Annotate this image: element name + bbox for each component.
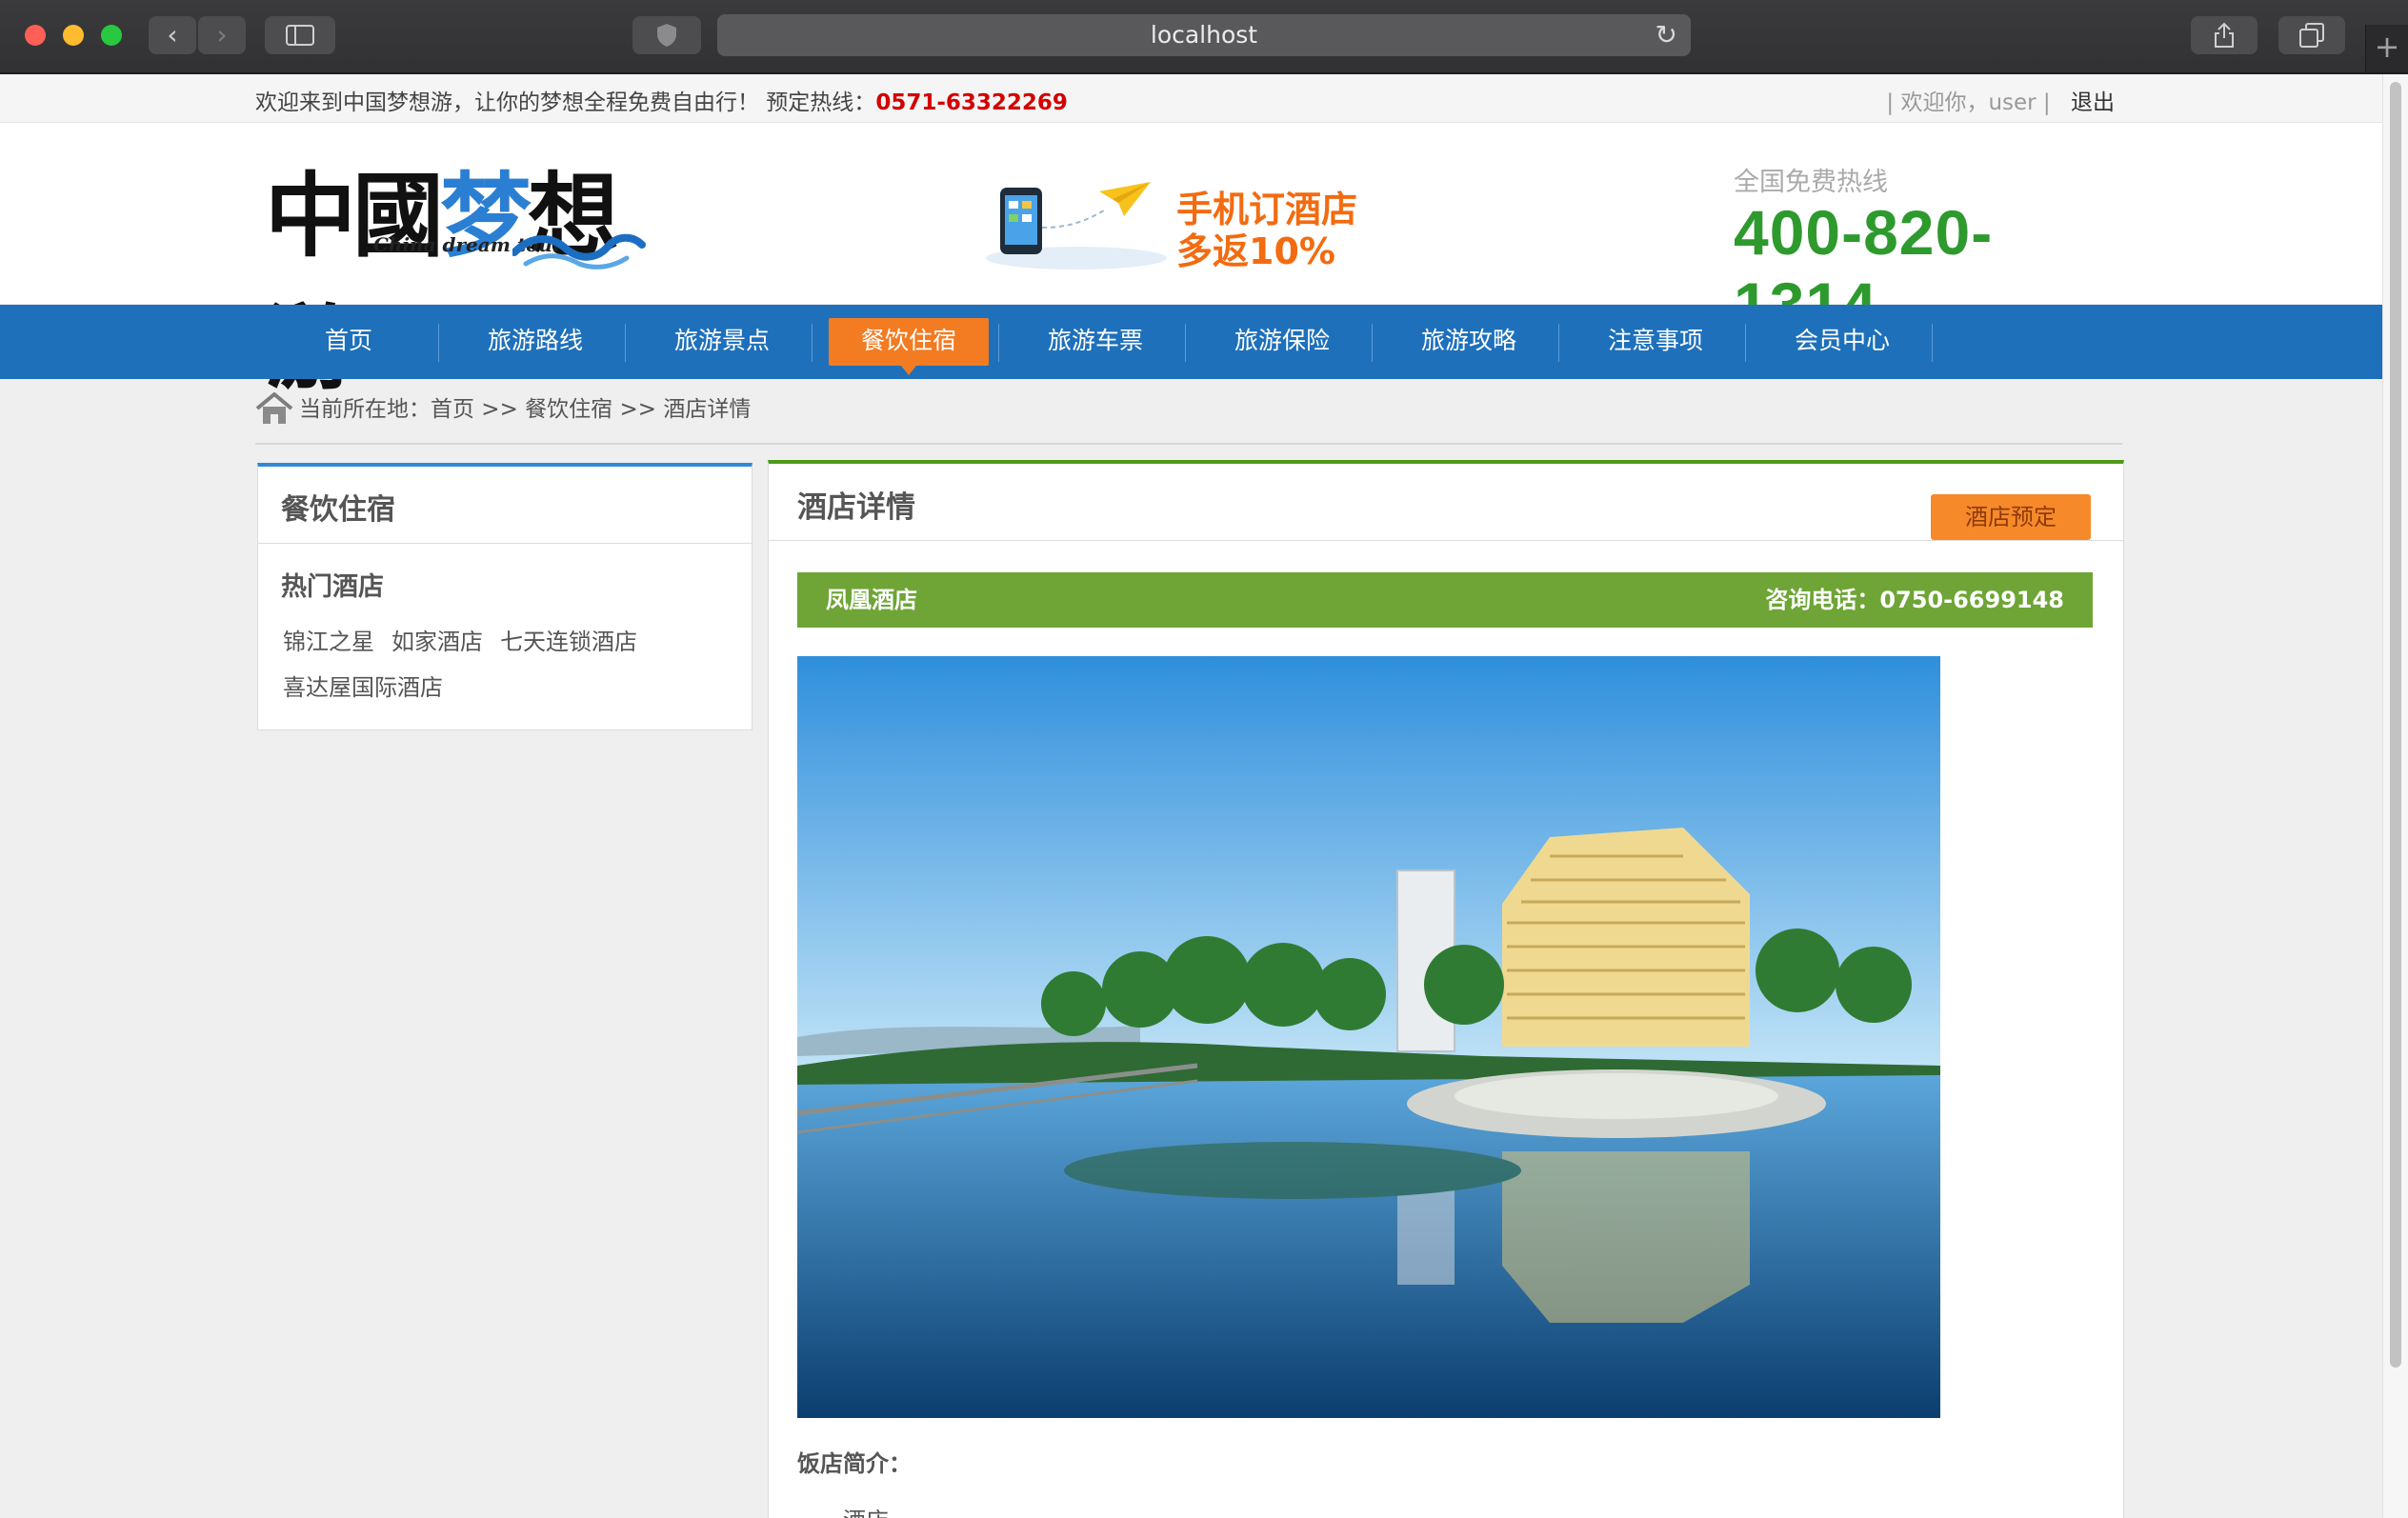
divider bbox=[769, 540, 2123, 541]
hotel-link[interactable]: 七天连锁酒店 bbox=[500, 629, 637, 655]
hotel-name: 凤凰酒店 bbox=[826, 587, 917, 613]
reload-icon[interactable]: ↻ bbox=[1656, 14, 1677, 56]
site-logo[interactable]: 中國梦想游 China dream tour bbox=[265, 142, 646, 402]
hotel-links: 锦江之星 如家酒店 七天连锁酒店 喜达屋国际酒店 bbox=[283, 619, 731, 710]
home-icon bbox=[255, 392, 293, 424]
nav-item-routes[interactable]: 旅游路线 bbox=[442, 305, 629, 379]
nav-divider bbox=[1372, 324, 1373, 362]
nav-item-guides[interactable]: 旅游攻略 bbox=[1375, 305, 1562, 379]
nav-item-dining-lodging[interactable]: 餐饮住宿 bbox=[815, 305, 1002, 379]
nav-divider bbox=[998, 324, 999, 362]
nav-divider bbox=[438, 324, 439, 362]
page-viewport: 欢迎来到中国梦想游，让你的梦想全程免费自由行！ 预定热线：0571-633222… bbox=[0, 74, 2383, 1518]
nav-item-insurance[interactable]: 旅游保险 bbox=[1189, 305, 1375, 379]
nav-label: 会员中心 bbox=[1794, 327, 1890, 354]
shield-icon bbox=[657, 24, 676, 47]
nav-item-member[interactable]: 会员中心 bbox=[1749, 305, 1936, 379]
nav-divider bbox=[625, 324, 626, 362]
site-header: 中國梦想游 China dream tour 手机订酒店 多返10% 全 bbox=[0, 123, 2383, 402]
address-bar[interactable]: localhost ↻ bbox=[717, 14, 1691, 56]
hotel-detail-panel: 酒店详情 酒店预定 凤凰酒店 咨询电话：0750-6699148 饭店简介： bbox=[768, 460, 2124, 1518]
divider bbox=[255, 443, 2122, 445]
hotel-link[interactable]: 锦江之星 bbox=[283, 629, 374, 655]
chevron-left-icon: ‹ bbox=[167, 19, 178, 50]
nav-divider bbox=[1185, 324, 1186, 362]
nav-item-attractions[interactable]: 旅游景点 bbox=[629, 305, 815, 379]
back-button[interactable]: ‹ bbox=[149, 16, 196, 54]
nav-label: 旅游车票 bbox=[1047, 327, 1143, 354]
sidebar-icon bbox=[286, 25, 314, 46]
page-scrollbar[interactable] bbox=[2382, 74, 2408, 1518]
scrollbar-thumb[interactable] bbox=[2390, 82, 2401, 1368]
mobile-booking-promo[interactable]: 手机订酒店 多返10% bbox=[981, 170, 1381, 275]
nav-divider bbox=[1745, 324, 1746, 362]
sidebar-subtitle: 热门酒店 bbox=[281, 572, 384, 602]
nav-label: 注意事项 bbox=[1607, 327, 1703, 354]
nav-label: 旅游景点 bbox=[673, 327, 770, 354]
sidebar-toggle-button[interactable] bbox=[265, 16, 335, 54]
tabs-overview-button[interactable] bbox=[2278, 16, 2345, 54]
hotel-phone: 咨询电话：0750-6699148 bbox=[1765, 587, 2064, 613]
logout-link[interactable]: 退出 bbox=[2071, 90, 2115, 115]
minimize-window-button[interactable] bbox=[63, 25, 84, 46]
intro-text: 酒店 bbox=[843, 1502, 889, 1518]
zoom-window-button[interactable] bbox=[101, 25, 122, 46]
book-hotel-button[interactable]: 酒店预定 bbox=[1931, 494, 2091, 540]
nav-item-notices[interactable]: 注意事项 bbox=[1562, 305, 1749, 379]
privacy-report-button[interactable] bbox=[632, 16, 701, 54]
forward-button[interactable]: › bbox=[198, 16, 246, 54]
intro-label: 饭店简介： bbox=[797, 1450, 912, 1477]
breadcrumb: 当前所在地：首页 >> 餐饮住宿 >> 酒店详情 bbox=[255, 390, 751, 426]
booking-hotline: 0571-63322269 bbox=[875, 90, 1068, 115]
hotline-label: 全国免费热线 bbox=[1734, 168, 1888, 197]
share-icon bbox=[2215, 22, 2234, 48]
panel-title: 酒店详情 bbox=[797, 490, 915, 525]
nav-item-home[interactable]: 首页 bbox=[255, 305, 442, 379]
nav-divider bbox=[1558, 324, 1559, 362]
hotel-header-bar: 凤凰酒店 咨询电话：0750-6699148 bbox=[797, 572, 2093, 628]
nav-label: 餐饮住宿 bbox=[860, 327, 956, 354]
nav-label: 首页 bbox=[324, 327, 372, 354]
nav-label: 旅游攻略 bbox=[1420, 327, 1516, 354]
sidebar: 餐饮住宿 热门酒店 锦江之星 如家酒店 七天连锁酒店 喜达屋国际酒店 bbox=[257, 463, 752, 730]
close-window-button[interactable] bbox=[25, 25, 46, 46]
main-nav: 首页 旅游路线 旅游景点 餐饮住宿 旅游车票 旅游保险 旅游攻略 注意事项 会员… bbox=[0, 305, 2383, 379]
plus-icon: + bbox=[2374, 29, 2400, 65]
nav-item-tickets[interactable]: 旅游车票 bbox=[1002, 305, 1189, 379]
share-button[interactable] bbox=[2191, 16, 2258, 54]
browser-titlebar: ‹ › localhost ↻ + bbox=[0, 0, 2408, 74]
divider bbox=[258, 543, 752, 544]
promo-line-2: 多返10% bbox=[1176, 230, 1335, 272]
sidebar-title: 餐饮住宿 bbox=[281, 493, 395, 527]
site-topbar: 欢迎来到中国梦想游，让你的梦想全程免费自由行！ 预定热线：0571-633222… bbox=[0, 74, 2383, 123]
new-tab-button[interactable]: + bbox=[2365, 25, 2408, 72]
url-text: localhost bbox=[1150, 21, 1258, 49]
welcome-text: 欢迎来到中国梦想游，让你的梦想全程免费自由行！ 预定热线： bbox=[255, 90, 876, 115]
nav-label: 旅游保险 bbox=[1234, 327, 1330, 354]
hotel-link[interactable]: 如家酒店 bbox=[391, 629, 483, 655]
nav-label: 旅游路线 bbox=[487, 327, 583, 354]
wave-icon bbox=[512, 233, 646, 270]
breadcrumb-text: 当前所在地：首页 >> 餐饮住宿 >> 酒店详情 bbox=[299, 397, 752, 422]
tabs-icon bbox=[2299, 23, 2324, 48]
nav-divider bbox=[812, 324, 813, 362]
user-greeting: | 欢迎你，user | bbox=[1886, 90, 2051, 115]
hotel-photo bbox=[797, 656, 1940, 1418]
chevron-right-icon: › bbox=[216, 19, 228, 50]
nav-divider bbox=[1932, 324, 1933, 362]
hotel-link[interactable]: 喜达屋国际酒店 bbox=[283, 674, 443, 701]
phone-plane-icon bbox=[986, 182, 1167, 270]
